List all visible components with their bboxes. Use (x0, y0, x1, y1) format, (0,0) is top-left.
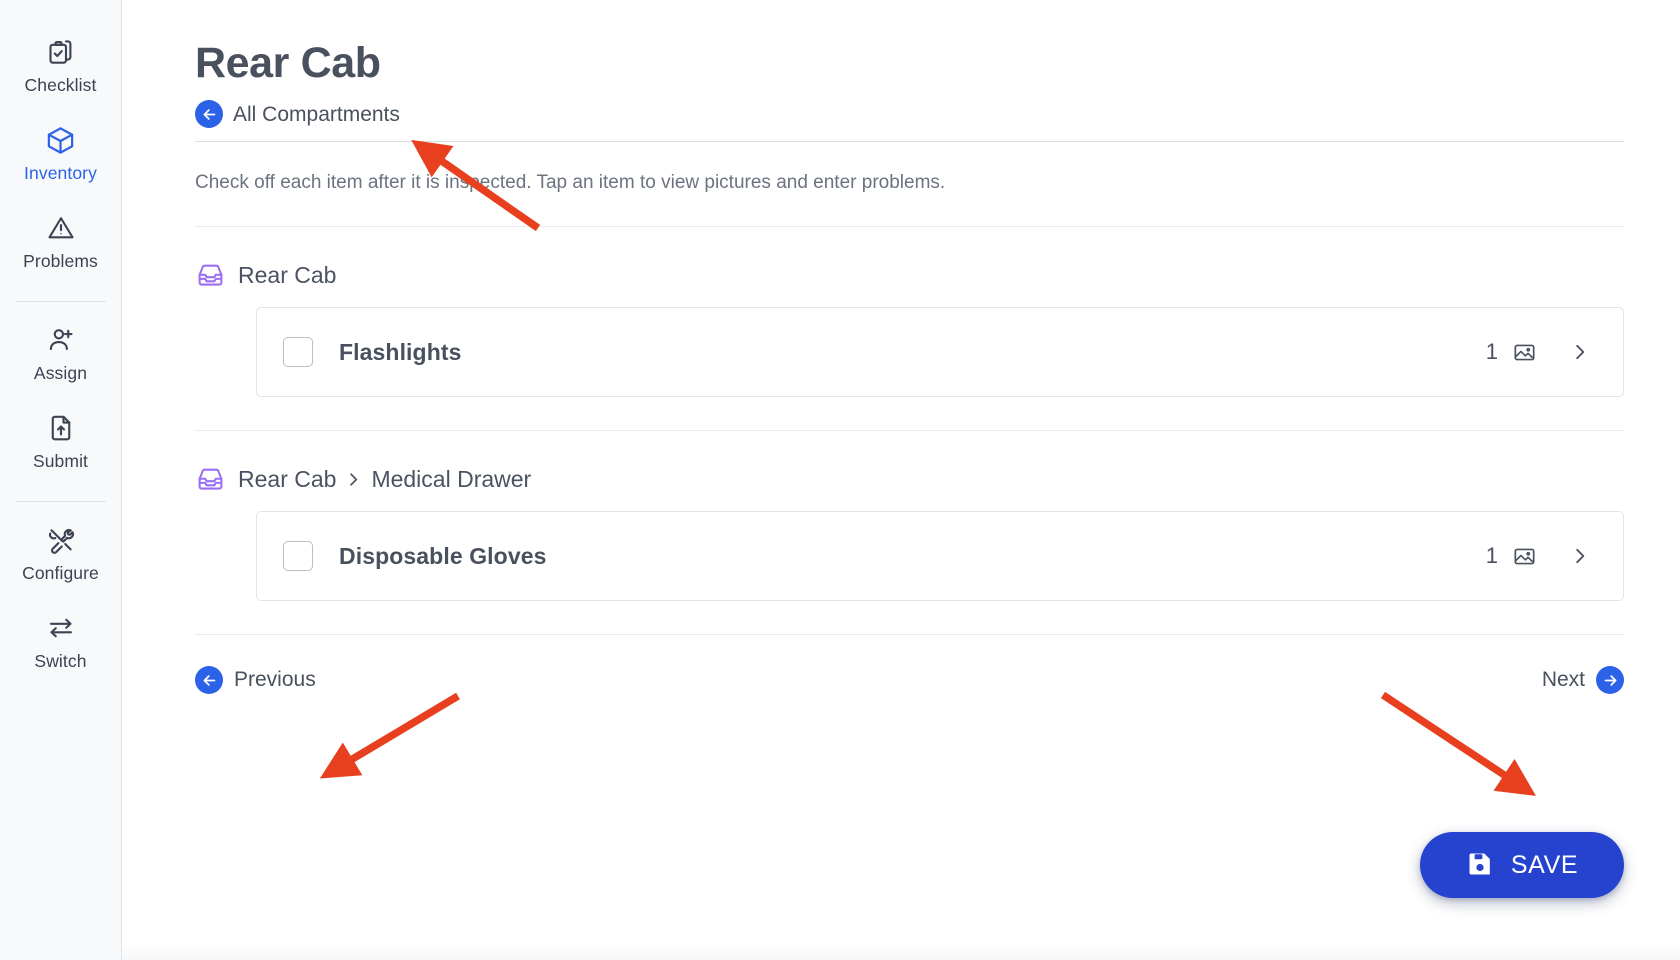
next-label: Next (1541, 668, 1585, 691)
main-content: Rear Cab All Compartments Check off each… (122, 0, 1680, 960)
instructions-text: Check off each item after it is inspecte… (195, 172, 946, 193)
cube-icon (45, 124, 77, 156)
file-upload-icon (45, 412, 77, 444)
sidebar: Checklist Inventory Problems Assign Subm… (0, 0, 122, 960)
sidebar-item-label: Assign (33, 363, 88, 383)
chevron-right-icon (345, 471, 362, 488)
back-to-all-compartments-link[interactable]: All Compartments (195, 100, 400, 128)
compartment-breadcrumb: Rear Cab (238, 262, 336, 289)
arrow-left-circle-icon (195, 666, 223, 694)
item-meta: 1 (1486, 339, 1590, 365)
item-checkbox[interactable] (283, 541, 313, 571)
save-button[interactable]: SAVE (1420, 832, 1624, 898)
save-button-label: SAVE (1510, 850, 1579, 879)
swap-arrows-icon (45, 612, 77, 644)
item-checkbox[interactable] (283, 337, 313, 367)
sidebar-item-inventory[interactable]: Inventory (0, 114, 122, 202)
compartment-breadcrumb: Rear Cab Medical Drawer (238, 466, 531, 493)
previous-button[interactable]: Previous (195, 666, 316, 694)
app-root: Checklist Inventory Problems Assign Subm… (0, 0, 1680, 960)
breadcrumb-segment: Medical Drawer (371, 465, 532, 492)
item-picture-count: 1 (1485, 339, 1498, 364)
arrow-left-circle-icon (195, 100, 223, 128)
sidebar-divider (15, 501, 106, 502)
pager-divider (195, 634, 1624, 635)
header-divider (195, 141, 1624, 142)
inventory-item-row[interactable]: Flashlights 1 (256, 307, 1624, 397)
sidebar-item-label: Configure (22, 563, 99, 583)
image-icon (1512, 340, 1537, 365)
sidebar-item-configure[interactable]: Configure (0, 514, 122, 602)
compartment-group: Rear Cab Flashlights 1 (195, 260, 1624, 397)
sidebar-divider (15, 301, 106, 302)
sidebar-item-assign[interactable]: Assign (0, 314, 122, 402)
drawers-icon (195, 260, 225, 290)
floppy-disk-icon (1466, 850, 1494, 881)
drawers-icon (195, 464, 225, 494)
sidebar-item-submit[interactable]: Submit (0, 402, 122, 490)
breadcrumb-segment: Rear Cab (238, 465, 337, 492)
arrow-right-circle-icon (1596, 666, 1624, 694)
compartment-group-header[interactable]: Rear Cab (195, 260, 1624, 290)
pager: Previous Next (195, 666, 1624, 714)
sidebar-item-label: Submit (32, 451, 89, 471)
clipboard-check-icon (45, 36, 77, 68)
sidebar-item-label: Problems (23, 251, 98, 271)
sidebar-item-label: Inventory (24, 163, 97, 183)
sidebar-item-problems[interactable]: Problems (0, 202, 122, 290)
chevron-right-icon[interactable] (1570, 546, 1590, 566)
sidebar-item-label: Checklist (24, 75, 97, 95)
chevron-right-icon[interactable] (1570, 342, 1590, 362)
image-icon (1512, 544, 1537, 569)
page-title: Rear Cab (195, 39, 381, 87)
next-button[interactable]: Next (1542, 666, 1624, 694)
compartment-group: Rear Cab Medical Drawer Disposable Glove… (195, 464, 1624, 601)
sidebar-item-label: Switch (34, 651, 87, 671)
sidebar-item-switch[interactable]: Switch (0, 602, 122, 690)
bottom-shadow-strip (122, 942, 1680, 960)
inventory-item-row[interactable]: Disposable Gloves 1 (256, 511, 1624, 601)
item-name: Disposable Gloves (339, 542, 547, 569)
warning-triangle-icon (45, 212, 77, 244)
user-plus-icon (45, 324, 77, 356)
compartment-group-header[interactable]: Rear Cab Medical Drawer (195, 464, 1624, 494)
previous-label: Previous (234, 668, 316, 691)
item-name: Flashlights (339, 338, 462, 365)
back-link-label: All Compartments (233, 102, 400, 126)
breadcrumb-segment: Rear Cab (238, 261, 337, 288)
group-divider (195, 430, 1624, 431)
item-picture-count: 1 (1485, 543, 1498, 568)
content-wrapper: Rear Cab All Compartments Check off each… (122, 38, 1680, 714)
tools-icon (45, 524, 77, 556)
sidebar-item-checklist[interactable]: Checklist (0, 26, 122, 114)
item-meta: 1 (1486, 543, 1590, 569)
instructions-divider (195, 226, 1624, 227)
